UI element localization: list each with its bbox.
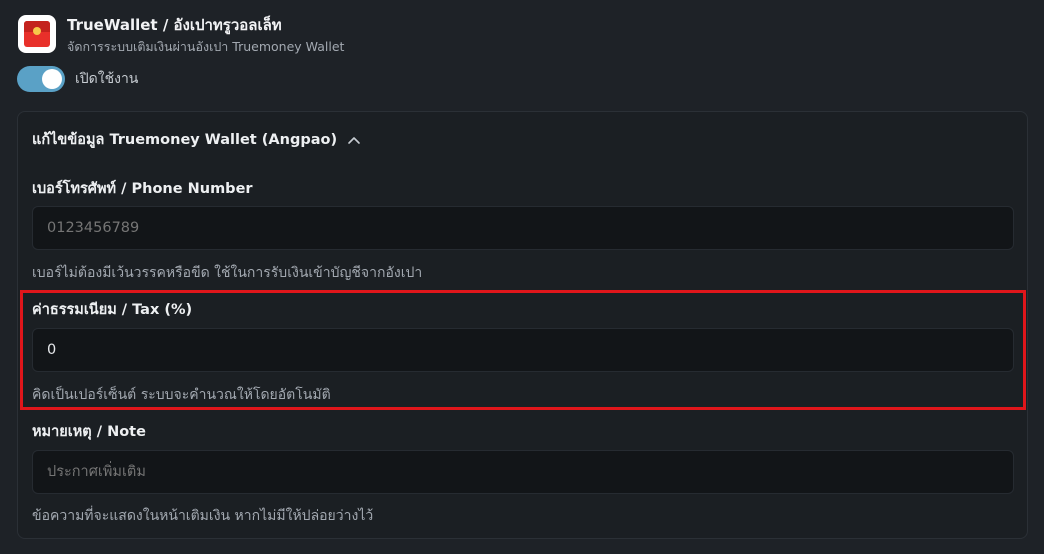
toggle-knob	[42, 69, 62, 89]
phone-label: เบอร์โทรศัพท์ / Phone Number	[32, 181, 253, 197]
phone-input[interactable]	[32, 206, 1014, 250]
tax-label: ค่าธรรมเนียม / Tax (%)	[32, 302, 193, 318]
app-header-text: TrueWallet / อังเปาทรูวอลเล็ท จัดการระบบ…	[67, 15, 344, 54]
section-header[interactable]: แก้ไขข้อมูล Truemoney Wallet (Angpao)	[32, 128, 361, 151]
enable-toggle[interactable]	[17, 66, 65, 92]
note-help-text: ข้อความที่จะแสดงในหน้าเติมเงิน หากไม่มีใ…	[32, 508, 374, 524]
app-subtitle: จัดการระบบเติมเงินผ่านอังเปา Truemoney W…	[67, 39, 345, 54]
red-envelope-icon	[18, 15, 56, 53]
enable-toggle-row: เปิดใช้งาน	[17, 66, 138, 92]
chevron-up-icon[interactable]	[347, 133, 361, 147]
phone-help-text: เบอร์ไม่ต้องมีเว้นวรรคหรือขีด ใช้ในการรั…	[32, 265, 423, 281]
app-title: TrueWallet / อังเปาทรูวอลเล็ท	[67, 16, 282, 34]
app-header: TrueWallet / อังเปาทรูวอลเล็ท จัดการระบบ…	[18, 15, 344, 54]
tax-help-text: คิดเป็นเปอร์เซ็นต์ ระบบจะคำนวณให้โดยอัตโ…	[32, 387, 331, 403]
enable-toggle-label: เปิดใช้งาน	[75, 71, 139, 87]
section-title: แก้ไขข้อมูล Truemoney Wallet (Angpao)	[32, 132, 338, 148]
note-input[interactable]	[32, 450, 1014, 494]
tax-input[interactable]	[32, 328, 1014, 372]
note-label: หมายเหตุ / Note	[32, 424, 146, 440]
edit-settings-card: แก้ไขข้อมูล Truemoney Wallet (Angpao) เบ…	[17, 111, 1028, 539]
